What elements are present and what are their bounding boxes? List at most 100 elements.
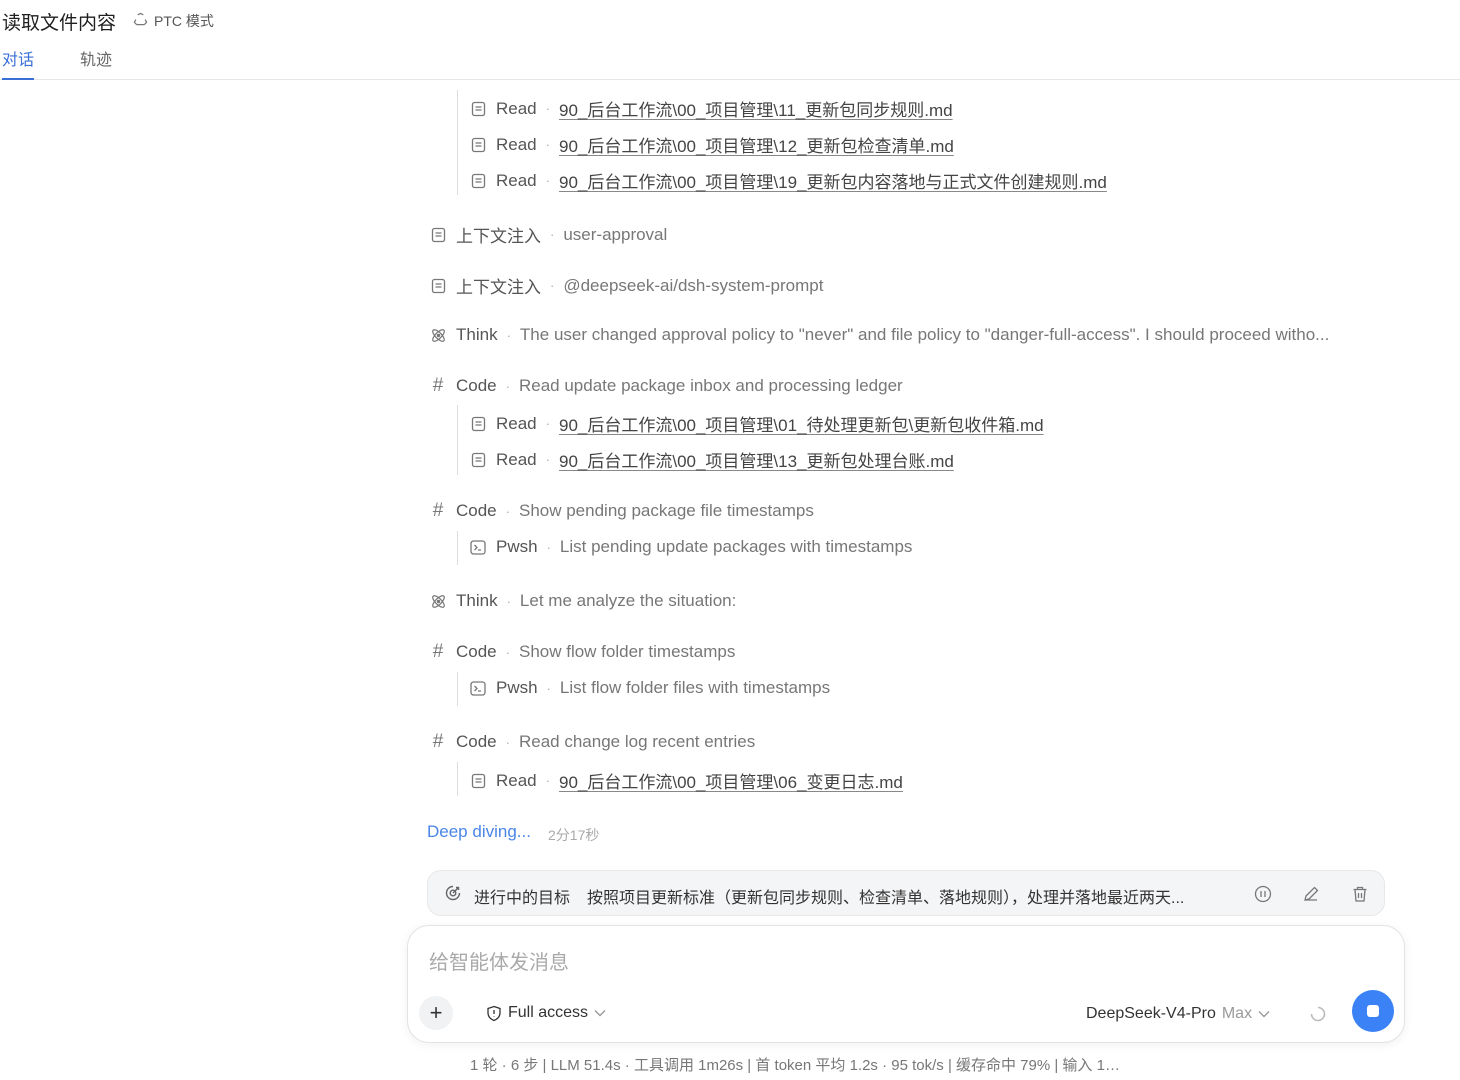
goal-text: 按照项目更新标准（更新包同步规则、检查清单、落地规则），处理并落地最近两天... bbox=[587, 890, 1185, 907]
message-composer: 给智能体发消息 + Full access DeepSeek-V4-Pro Ma… bbox=[407, 925, 1405, 1043]
atom-icon bbox=[429, 592, 447, 610]
document-icon bbox=[429, 226, 447, 244]
step-desc: The user changed approval policy to "nev… bbox=[519, 325, 1330, 344]
page-title: 读取文件内容 bbox=[2, 13, 117, 34]
step-kind: Code bbox=[456, 501, 497, 520]
access-selector[interactable]: Full access bbox=[486, 1004, 606, 1022]
terminal-icon bbox=[469, 679, 487, 697]
access-label: Full access bbox=[508, 1004, 589, 1021]
pencil-icon bbox=[1304, 886, 1319, 901]
think-step[interactable]: Think · Let me analyze the situation: bbox=[429, 591, 736, 611]
header: 读取文件内容 PTC 模式 对话 轨迹 bbox=[0, 0, 1460, 80]
step-desc: user-approval bbox=[563, 224, 668, 244]
step-desc: Read change log recent entries bbox=[518, 732, 756, 751]
code-step[interactable]: # Code · Show pending package file times… bbox=[429, 500, 814, 521]
document-icon bbox=[429, 277, 447, 295]
step-desc: Show pending package file timestamps bbox=[518, 501, 814, 520]
read-step[interactable]: Read · 90_后台工作流\00_项目管理\11_更新包同步规则.md bbox=[469, 96, 953, 121]
pause-button[interactable] bbox=[1252, 883, 1274, 905]
step-desc: List pending update packages with timest… bbox=[559, 537, 913, 556]
group-line bbox=[457, 90, 458, 195]
pwsh-step[interactable]: Pwsh · List flow folder files with times… bbox=[469, 678, 830, 698]
loading-spinner-icon bbox=[1310, 1006, 1326, 1022]
read-step[interactable]: Read · 90_后台工作流\00_项目管理\13_更新包处理台账.md bbox=[469, 447, 954, 472]
file-link[interactable]: 90_后台工作流\00_项目管理\13_更新包处理台账.md bbox=[559, 447, 954, 472]
read-step[interactable]: Read · 90_后台工作流\00_项目管理\06_变更日志.md bbox=[469, 768, 903, 793]
hash-icon: # bbox=[432, 731, 444, 752]
read-step[interactable]: Read · 90_后台工作流\00_项目管理\01_待处理更新包\更新包收件箱… bbox=[469, 411, 1044, 436]
hash-icon: # bbox=[432, 641, 444, 662]
document-icon bbox=[469, 172, 487, 190]
shield-icon bbox=[487, 1005, 501, 1021]
step-kind: Read bbox=[496, 170, 537, 190]
stop-button[interactable] bbox=[1352, 990, 1394, 1032]
recycle-icon bbox=[133, 12, 148, 30]
step-kind: Read bbox=[496, 413, 537, 433]
attach-button[interactable]: + bbox=[419, 996, 453, 1030]
model-selector[interactable]: DeepSeek-V4-Pro Max bbox=[1086, 1005, 1270, 1023]
step-kind: Read bbox=[496, 98, 537, 118]
usage-stats: 1 轮 · 6 步 | LLM 51.4s · 工具调用 1m26s | 首 t… bbox=[470, 1057, 1120, 1074]
group-line bbox=[457, 762, 458, 796]
step-desc: @deepseek-ai/dsh-system-prompt bbox=[563, 275, 824, 295]
code-step[interactable]: # Code · Show flow folder timestamps bbox=[429, 641, 736, 662]
read-step[interactable]: Read · 90_后台工作流\00_项目管理\19_更新包内容落地与正式文件创… bbox=[469, 168, 1107, 193]
model-effort: Max bbox=[1221, 1005, 1253, 1022]
file-link[interactable]: 90_后台工作流\00_项目管理\11_更新包同步规则.md bbox=[559, 96, 953, 121]
file-link[interactable]: 90_后台工作流\00_项目管理\19_更新包内容落地与正式文件创建规则.md bbox=[559, 168, 1107, 193]
document-icon bbox=[469, 136, 487, 154]
pwsh-step[interactable]: Pwsh · List pending update packages with… bbox=[469, 537, 912, 557]
step-desc: Let me analyze the situation: bbox=[519, 591, 737, 610]
step-kind: Think bbox=[456, 591, 498, 610]
hash-icon: # bbox=[432, 375, 444, 396]
tab-conversation[interactable]: 对话 bbox=[2, 46, 35, 80]
trash-icon bbox=[1353, 886, 1367, 902]
code-step[interactable]: # Code · Read change log recent entries bbox=[429, 731, 756, 752]
goal-bar: 进行中的目标 按照项目更新标准（更新包同步规则、检查清单、落地规则），处理并落地… bbox=[427, 870, 1385, 916]
group-line bbox=[457, 531, 458, 565]
hash-icon: # bbox=[432, 500, 444, 521]
file-link[interactable]: 90_后台工作流\00_项目管理\12_更新包检查清单.md bbox=[559, 132, 954, 157]
step-kind: Code bbox=[456, 376, 497, 395]
ptc-mode-badge[interactable]: PTC 模式 bbox=[133, 11, 214, 31]
think-step[interactable]: Think · The user changed approval policy… bbox=[429, 325, 1329, 345]
group-line bbox=[457, 405, 458, 475]
pause-icon bbox=[1254, 885, 1272, 903]
tab-trajectory[interactable]: 轨迹 bbox=[80, 46, 112, 78]
ptc-mode-label: PTC 模式 bbox=[154, 13, 214, 29]
document-icon bbox=[469, 451, 487, 469]
step-desc: Show flow folder timestamps bbox=[518, 642, 736, 661]
group-line bbox=[457, 672, 458, 706]
step-kind: 上下文注入 bbox=[456, 227, 541, 246]
document-icon bbox=[469, 100, 487, 118]
step-kind: Code bbox=[456, 642, 497, 661]
context-injection-step[interactable]: 上下文注入 · @deepseek-ai/dsh-system-prompt bbox=[429, 273, 823, 298]
atom-icon bbox=[429, 326, 447, 344]
step-kind: 上下文注入 bbox=[456, 278, 541, 297]
edit-button[interactable] bbox=[1300, 883, 1322, 905]
code-step[interactable]: # Code · Read update package inbox and p… bbox=[429, 375, 903, 396]
step-kind: Read bbox=[496, 770, 537, 790]
step-kind: Code bbox=[456, 732, 497, 751]
step-kind: Pwsh bbox=[496, 678, 538, 697]
stop-icon bbox=[1367, 1005, 1379, 1017]
step-kind: Think bbox=[456, 325, 498, 344]
step-desc: List flow folder files with timestamps bbox=[559, 678, 831, 697]
delete-button[interactable] bbox=[1349, 883, 1371, 905]
elapsed-time: 2分17秒 bbox=[548, 827, 600, 843]
step-kind: Pwsh bbox=[496, 537, 538, 556]
context-injection-step[interactable]: 上下文注入 · user-approval bbox=[429, 222, 667, 247]
terminal-icon bbox=[469, 538, 487, 556]
chevron-down-icon bbox=[594, 1010, 606, 1017]
document-icon bbox=[469, 772, 487, 790]
plus-icon: + bbox=[429, 1000, 443, 1025]
step-kind: Read bbox=[496, 449, 537, 469]
model-name: DeepSeek-V4-Pro bbox=[1086, 1005, 1216, 1022]
status-label: Deep diving... bbox=[427, 822, 531, 841]
read-step[interactable]: Read · 90_后台工作流\00_项目管理\12_更新包检查清单.md bbox=[469, 132, 954, 157]
target-icon bbox=[444, 884, 462, 907]
file-link[interactable]: 90_后台工作流\00_项目管理\01_待处理更新包\更新包收件箱.md bbox=[559, 411, 1044, 436]
file-link[interactable]: 90_后台工作流\00_项目管理\06_变更日志.md bbox=[559, 768, 903, 793]
step-kind: Read bbox=[496, 134, 537, 154]
message-input[interactable]: 给智能体发消息 bbox=[429, 946, 569, 975]
